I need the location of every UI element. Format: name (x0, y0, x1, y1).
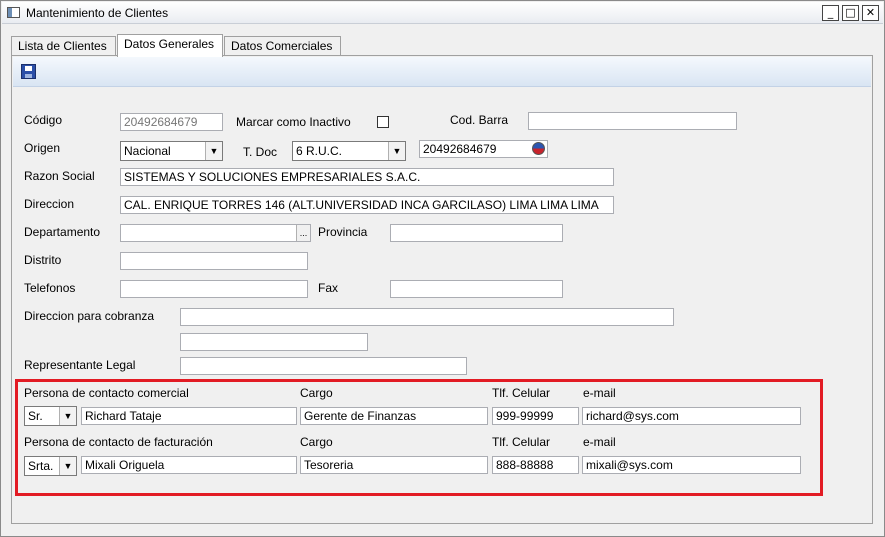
minimize-button[interactable]: _ (822, 5, 839, 21)
distrito-label: Distrito (24, 253, 62, 267)
window-title: Mantenimiento de Clientes (26, 6, 169, 20)
razon-field[interactable]: SISTEMAS Y SOLUCIONES EMPRESARIALES S.A.… (120, 168, 614, 186)
departamento-label: Departamento (24, 225, 101, 239)
inactivo-label: Marcar como Inactivo (236, 115, 351, 129)
close-button[interactable]: ✕ (862, 5, 879, 21)
tdoc-select[interactable]: 6 R.U.C. ▼ (292, 141, 406, 161)
tdoc-label: T. Doc (243, 145, 278, 159)
cargo-header-facturacion: Cargo (300, 435, 333, 449)
title-bar[interactable]: Mantenimiento de Clientes _ □ ✕ (2, 2, 883, 24)
representante-label: Representante Legal (24, 358, 136, 372)
doc-number-field[interactable]: 20492684679 (419, 140, 548, 158)
comercial-title-select[interactable]: Sr. ▼ (24, 406, 77, 426)
email-header-comercial: e-mail (583, 386, 616, 400)
facturacion-name-field[interactable]: Mixali Origuela (81, 456, 297, 474)
origen-label: Origen (24, 141, 61, 155)
facturacion-title-select[interactable]: Srta. ▼ (24, 456, 77, 476)
comercial-cargo-field[interactable]: Gerente de Finanzas (300, 407, 488, 425)
fax-label: Fax (318, 281, 339, 295)
sunat-lookup-icon[interactable] (532, 142, 545, 155)
razon-label: Razon Social (24, 169, 95, 183)
cobranza-label: Direccion para cobranza (24, 309, 155, 323)
browse-button[interactable]: ... (296, 225, 310, 241)
inactivo-checkbox[interactable] (377, 116, 389, 128)
comercial-celular-field[interactable]: 999-99999 (492, 407, 579, 425)
facturacion-title-value: Srta. (28, 459, 54, 473)
chevron-down-icon[interactable]: ▼ (59, 407, 76, 425)
comercial-email-field[interactable]: richard@sys.com (582, 407, 801, 425)
celular-header-facturacion: Tlf. Celular (492, 435, 551, 449)
contacto-facturacion-header: Persona de contacto de facturación (24, 435, 213, 449)
telefonos-field[interactable] (120, 280, 308, 298)
app-icon (7, 7, 20, 18)
chevron-down-icon[interactable]: ▼ (59, 457, 76, 475)
tab-datos-generales[interactable]: Datos Generales (117, 34, 223, 57)
fax-field[interactable] (390, 280, 563, 298)
departamento-field[interactable]: ... (120, 224, 311, 242)
facturacion-email-field[interactable]: mixali@sys.com (582, 456, 801, 474)
provincia-label: Provincia (318, 225, 368, 239)
facturacion-celular-field[interactable]: 888-88888 (492, 456, 579, 474)
cobranza-field-1[interactable] (180, 308, 674, 326)
cargo-header-comercial: Cargo (300, 386, 333, 400)
codbarra-label: Cod. Barra (450, 113, 509, 127)
distrito-field[interactable] (120, 252, 308, 270)
chevron-down-icon[interactable]: ▼ (388, 142, 405, 160)
provincia-field[interactable] (390, 224, 563, 242)
save-icon[interactable] (21, 64, 36, 79)
contacto-comercial-header: Persona de contacto comercial (24, 386, 189, 400)
doc-number-value: 20492684679 (423, 142, 497, 156)
celular-header-comercial: Tlf. Celular (492, 386, 551, 400)
representante-field[interactable] (180, 357, 467, 375)
direccion-field[interactable]: CAL. ENRIQUE TORRES 146 (ALT.UNIVERSIDAD… (120, 196, 614, 214)
codigo-label: Código (24, 113, 63, 127)
comercial-title-value: Sr. (28, 409, 43, 423)
chevron-down-icon[interactable]: ▼ (205, 142, 222, 160)
codbarra-field[interactable] (528, 112, 737, 130)
toolbar (13, 57, 871, 87)
facturacion-cargo-field[interactable]: Tesoreria (300, 456, 488, 474)
email-header-facturacion: e-mail (583, 435, 616, 449)
cobranza-field-2[interactable] (180, 333, 368, 351)
codigo-field[interactable]: 20492684679 (120, 113, 223, 131)
origen-select[interactable]: Nacional ▼ (120, 141, 223, 161)
telefonos-label: Telefonos (24, 281, 76, 295)
direccion-label: Direccion (24, 197, 75, 211)
origen-value: Nacional (124, 144, 171, 158)
maximize-button[interactable]: □ (842, 5, 859, 21)
tdoc-value: 6 R.U.C. (296, 144, 343, 158)
tab-datos-comerciales[interactable]: Datos Comerciales (224, 36, 341, 56)
comercial-name-field[interactable]: Richard Tataje (81, 407, 297, 425)
tab-lista-clientes[interactable]: Lista de Clientes (11, 36, 116, 56)
